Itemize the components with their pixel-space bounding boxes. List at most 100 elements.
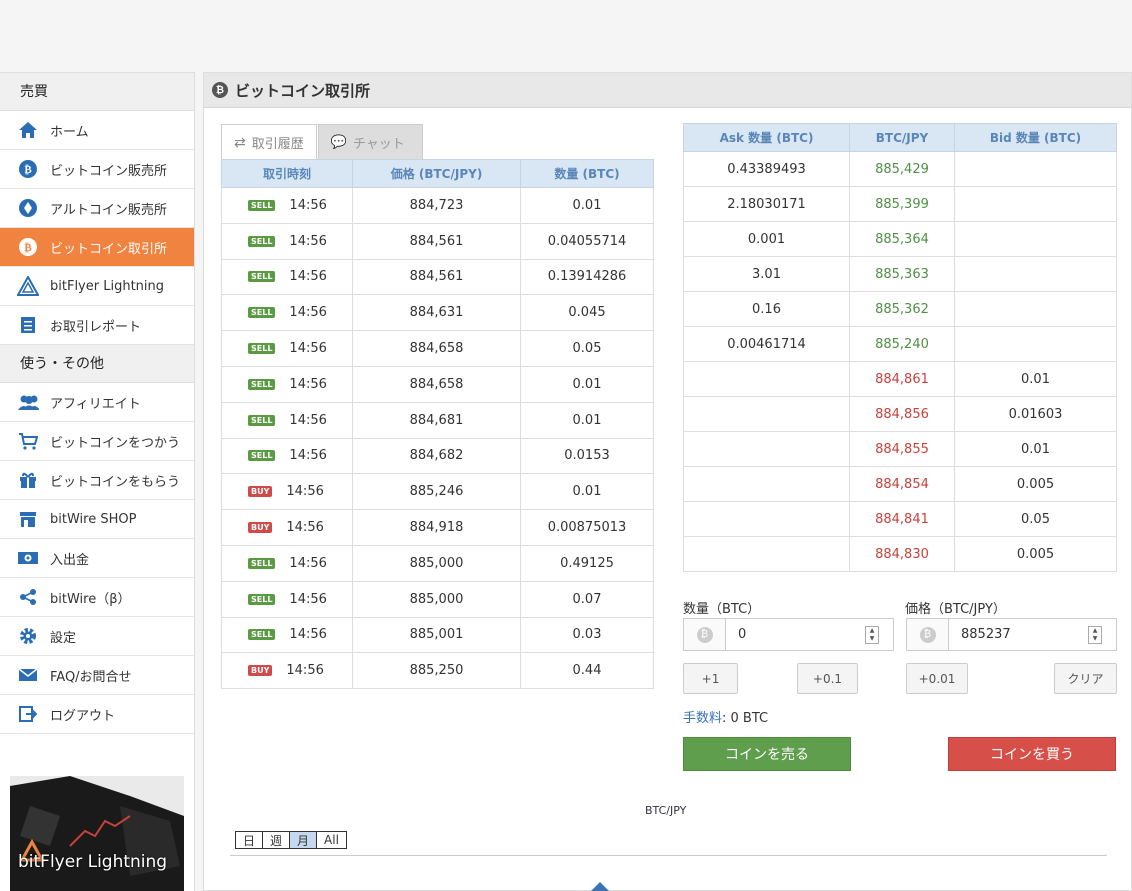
table-row[interactable]: 0.16 885,362 [683, 291, 1117, 327]
price-coin-icon: ₿ [907, 619, 949, 650]
table-row: SELL 14:56 885,000 0.07 [221, 580, 654, 618]
sidebar: 売買 ホーム ₿ ビットコイン販売所 アルトコイン販売所 ₿ ビットコイン取引所 bitFl… [0, 72, 195, 891]
range-button[interactable]: All [316, 831, 347, 849]
plus001-button[interactable]: +0.01 [906, 663, 968, 694]
table-row: BUY 14:56 885,250 0.44 [221, 652, 654, 690]
range-button[interactable]: 月 [289, 831, 318, 849]
sidebar-item[interactable]: ₿ ビットコイン取引所 [0, 228, 194, 267]
history-tabs: ⇄ 取引履歴 💬 チャット [221, 124, 424, 160]
ask-qty [683, 501, 850, 537]
sidebar-item[interactable]: ₿ ビットコイン販売所 [0, 150, 194, 189]
share-icon [17, 586, 39, 608]
sidebar-item[interactable]: ビットコインをつかう [0, 422, 194, 461]
qty-input[interactable]: 0 [726, 627, 865, 642]
sidebar-item[interactable]: 入出金 [0, 539, 194, 578]
lightning-icon [17, 275, 39, 297]
price-spinner[interactable]: ▲ ▼ [1088, 625, 1102, 644]
trade-qty: 0.03 [520, 616, 654, 654]
tab-history-label: 取引履歴 [251, 137, 304, 152]
chart-baseline [230, 855, 1107, 856]
altcoin-icon [17, 197, 39, 219]
ask-qty: 0.43389493 [683, 151, 850, 187]
bid-qty: 0.01 [954, 361, 1117, 397]
sidebar-item[interactable]: FAQ/お問合せ [0, 656, 194, 695]
side-badge: SELL [248, 271, 276, 283]
banner-text: bitFlyer Lightning [18, 852, 168, 872]
book-price: 884,841 [849, 501, 955, 537]
gift-icon [17, 469, 39, 491]
qty-spinner[interactable]: ▲ ▼ [865, 625, 879, 644]
table-row[interactable]: 3.01 885,363 [683, 256, 1117, 292]
book-price: 885,399 [849, 186, 955, 222]
side-badge: BUY [248, 486, 273, 498]
bitcoin-icon: ₿ [17, 236, 39, 258]
trade-price: 884,918 [352, 509, 521, 546]
table-row[interactable]: 2.18030171 885,399 [683, 186, 1117, 222]
side-badge: BUY [248, 665, 273, 677]
table-row[interactable]: 884,861 0.01 [683, 361, 1117, 397]
sidebar-item-label: 設定 [50, 630, 77, 646]
page-title: ビットコイン取引所 [235, 81, 371, 100]
clear-button[interactable]: クリア [1054, 663, 1117, 694]
fee-label[interactable]: 手数料 [683, 711, 722, 726]
bid-qty [954, 256, 1117, 292]
sidebar-item[interactable]: アルトコイン販売所 [0, 189, 194, 228]
table-row[interactable]: 884,855 0.01 [683, 431, 1117, 467]
sidebar-item[interactable]: ビットコインをもらう [0, 461, 194, 500]
sidebar-item[interactable]: ログアウト [0, 695, 194, 734]
buy-button[interactable]: コインを買う [948, 737, 1116, 771]
sidebar-item[interactable]: アフィリエイト [0, 383, 194, 422]
ask-qty: 0.16 [683, 291, 850, 327]
sidebar-item[interactable]: お取引レポート [0, 306, 194, 345]
time-value: 14:56 [289, 233, 327, 249]
trade-qty: 0.01 [520, 473, 654, 511]
banner-graphic [10, 776, 184, 891]
sidebar-item-label: ビットコインをもらう [50, 474, 181, 490]
range-button[interactable]: 週 [262, 831, 291, 849]
plus1-button[interactable]: +1 [683, 663, 738, 694]
sidebar-item[interactable]: 設定 [0, 617, 194, 656]
price-label: 価格（BTC/JPY） [905, 602, 1006, 617]
main-panel: ₿ ビットコイン取引所 ⇄ 取引履歴 💬 チャット 取引時刻 価格 (BTC/J… [203, 72, 1132, 891]
table-row[interactable]: 884,841 0.05 [683, 501, 1117, 537]
trade-price: 884,682 [352, 437, 521, 475]
table-row[interactable]: 884,830 0.005 [683, 536, 1117, 572]
table-row[interactable]: 0.43389493 885,429 [683, 151, 1117, 187]
sidebar-item-label: bitWire SHOP [50, 511, 137, 527]
book-price: 885,240 [849, 326, 955, 362]
ask-qty: 2.18030171 [683, 186, 850, 222]
side-badge: SELL [248, 450, 276, 462]
lightning-banner[interactable]: bitFlyer Lightning [10, 776, 184, 891]
plus01-button[interactable]: +0.1 [797, 663, 858, 694]
book-price: 885,429 [849, 151, 955, 187]
sidebar-item[interactable]: bitFlyer Lightning [0, 267, 194, 306]
tab-history[interactable]: ⇄ 取引履歴 [221, 124, 317, 160]
sidebar-item-label: ビットコイン販売所 [50, 163, 168, 179]
ask-qty: 0.001 [683, 221, 850, 257]
tab-chat[interactable]: 💬 チャット [317, 124, 423, 160]
table-row[interactable]: 884,856 0.01603 [683, 396, 1117, 432]
range-button[interactable]: 日 [235, 831, 264, 849]
table-row: SELL 14:56 884,682 0.0153 [221, 437, 654, 475]
table-row[interactable]: 0.001 885,364 [683, 221, 1117, 257]
trade-time: SELL 14:56 [221, 401, 353, 439]
sidebar-item[interactable]: bitWire SHOP [0, 500, 194, 539]
table-row[interactable]: 884,854 0.005 [683, 466, 1117, 502]
sell-button[interactable]: コインを売る [683, 737, 851, 771]
side-badge: BUY [248, 522, 273, 534]
trade-time: SELL 14:56 [221, 437, 353, 475]
book-price: 884,854 [849, 466, 955, 502]
sidebar-item[interactable]: ホーム [0, 111, 194, 150]
page-header: ₿ ビットコイン取引所 [204, 73, 1131, 108]
sidebar-item[interactable]: bitWire（β） [0, 578, 194, 617]
table-row[interactable]: 0.00461714 885,240 [683, 326, 1117, 362]
table-row: SELL 14:56 884,561 0.13914286 [221, 258, 654, 296]
bid-qty [954, 291, 1117, 327]
time-value: 14:56 [289, 376, 327, 392]
time-value: 14:56 [289, 412, 327, 428]
qty-field[interactable]: ₿ 0 ▲ ▼ [683, 618, 894, 651]
price-input[interactable]: 885237 [949, 627, 1088, 642]
book-price: 884,855 [849, 431, 955, 467]
trade-qty: 0.13914286 [520, 258, 654, 296]
price-field[interactable]: ₿ 885237 ▲ ▼ [906, 618, 1117, 651]
